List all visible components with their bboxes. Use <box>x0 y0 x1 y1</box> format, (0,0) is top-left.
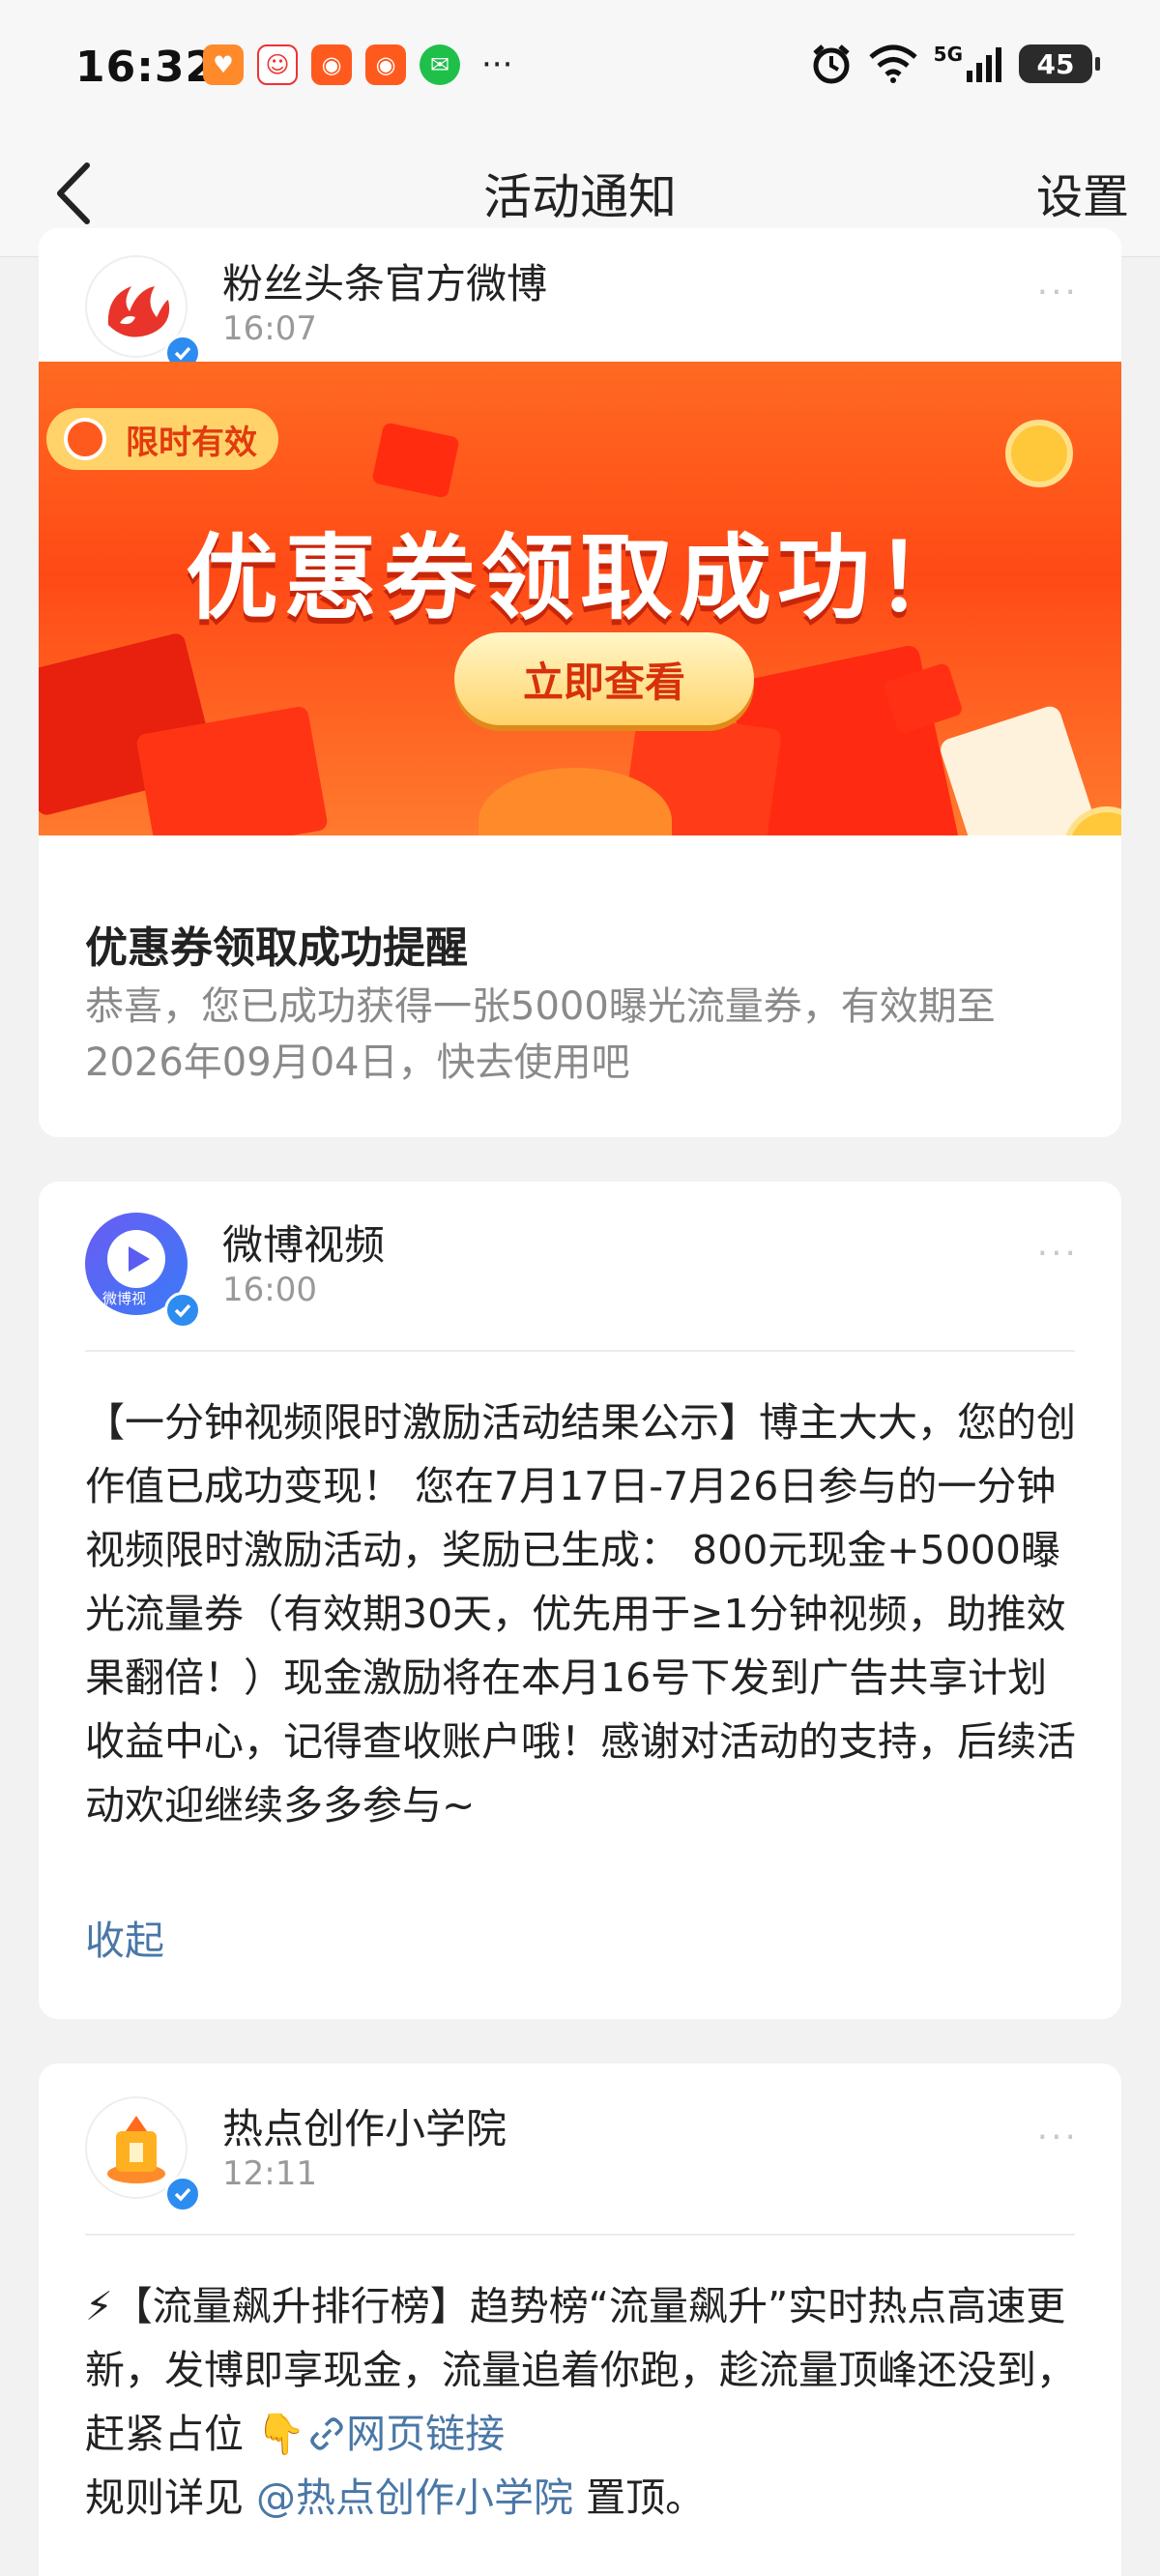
notification-card[interactable]: 热点创作小学院 12:11 ··· ⚡【流量飙升排行榜】趋势榜“流量飙升”实时热… <box>39 2064 1121 2576</box>
wechat-app-icon: ✉ <box>420 44 460 85</box>
notification-card[interactable]: 粉丝头条官方微博 16:07 ··· 限时有效 优惠券领取成功！ 立即查看 优惠… <box>39 228 1121 1137</box>
battery-level: 45 <box>1036 47 1075 80</box>
more-options-button[interactable]: ··· <box>1037 273 1079 312</box>
message-text: ⚡【流量飙升排行榜】趋势榜“流量飙升”实时热点高速更新，发博即享现金，流量追着你… <box>85 2283 1076 2457</box>
message-body: 【一分钟视频限时激励活动结果公示】博主大大，您的创作值已成功变现！ 您在7月17… <box>85 1399 1076 1829</box>
clock-icon <box>64 418 106 460</box>
message-time: 16:07 <box>222 309 317 348</box>
message-body: ⚡【流量飙升排行榜】趋势榜“流量飙升”实时热点高速更新，发博即享现金，流量追着你… <box>85 2274 1079 2530</box>
decor-coin <box>1005 420 1073 487</box>
mention-link[interactable]: @热点创作小学院 <box>256 2474 573 2521</box>
sender-name[interactable]: 粉丝头条官方微博 <box>222 251 547 310</box>
verified-badge-icon <box>164 2176 201 2212</box>
network-type-label: 5G <box>933 43 963 66</box>
heart-app-icon: ♥ <box>203 44 244 85</box>
decor-envelope <box>371 422 460 499</box>
banner-headline: 优惠券领取成功！ <box>186 524 974 632</box>
kuaishou-app-icon: ◉ <box>311 44 352 85</box>
sender-name[interactable]: 热点创作小学院 <box>222 2096 507 2155</box>
link-icon <box>310 2417 343 2450</box>
divider <box>85 1350 1075 1352</box>
settings-button[interactable]: 设置 <box>1036 159 1129 226</box>
message-time: 12:11 <box>222 2154 317 2193</box>
status-bar: 16:32 ♥ ☺ ◉ ◉ ✉ ··· 5G 45 <box>0 0 1160 145</box>
system-icons: 5G 45 <box>810 43 1100 85</box>
web-link-label: 网页链接 <box>346 2411 506 2457</box>
decor-coupon <box>938 703 1102 835</box>
rules-suffix: 置顶。 <box>586 2474 706 2521</box>
message-time: 16:00 <box>222 1271 317 1309</box>
avatar-label: 微博视 <box>102 1290 147 1307</box>
notification-icons: ♥ ☺ ◉ ◉ ✉ ··· <box>203 44 512 85</box>
sender-name[interactable]: 微博视频 <box>222 1213 385 1272</box>
wifi-icon <box>869 44 917 83</box>
status-time: 16:32 <box>75 43 217 92</box>
more-options-button[interactable]: ··· <box>1037 2118 1079 2157</box>
card-title: 优惠券领取成功提醒 <box>85 923 468 973</box>
clown-app-icon: ☺ <box>257 44 298 85</box>
page-title: 活动通知 <box>483 169 677 225</box>
rules-prefix: 规则详见 <box>85 2474 244 2521</box>
verified-badge-icon <box>164 1292 201 1329</box>
limited-time-label: 限时有效 <box>126 423 257 462</box>
card-description: 恭喜，您已成功获得一张5000曝光流量券，有效期至2026年09月04日，快去使… <box>85 984 996 1085</box>
more-options-button[interactable]: ··· <box>1037 1234 1079 1273</box>
collapse-link[interactable]: 收起 <box>85 1909 164 1973</box>
view-now-button[interactable]: 立即查看 <box>454 632 754 725</box>
coupon-banner[interactable]: 限时有效 优惠券领取成功！ 立即查看 <box>39 362 1121 835</box>
kuaishou-lite-app-icon: ◉ <box>365 44 406 85</box>
battery-indicator: 45 <box>1019 44 1100 83</box>
web-link[interactable]: 网页链接 <box>305 2411 505 2457</box>
more-notifications-icon: ··· <box>481 45 513 84</box>
alarm-icon <box>813 44 850 84</box>
notification-card[interactable]: 微博视 微博视频 16:00 ··· 【一分钟视频限时激励活动结果公示】博主大大… <box>39 1182 1121 2019</box>
limited-time-tag: 限时有效 <box>46 408 278 470</box>
divider <box>85 2234 1075 2236</box>
signal-icon <box>967 47 1001 82</box>
